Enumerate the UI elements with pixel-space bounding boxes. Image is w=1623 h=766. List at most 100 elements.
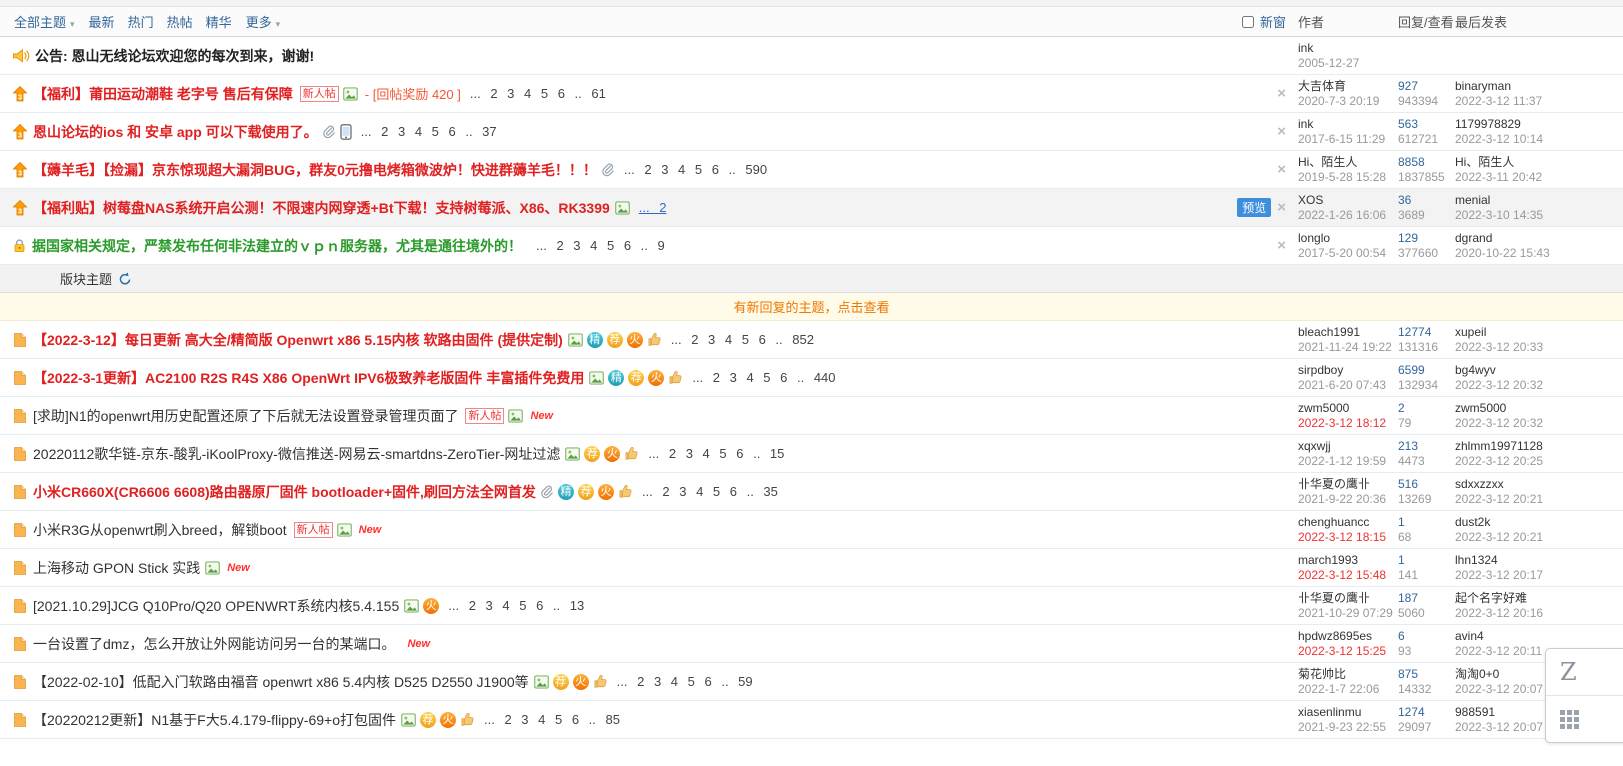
reply-count[interactable]: 1 — [1398, 515, 1455, 530]
page-trail-links[interactable]: ... 2 3 4 5 6 .. 440 — [692, 370, 835, 385]
thread-author-link[interactable]: longlo — [1298, 231, 1398, 246]
reply-count[interactable]: 8858 — [1398, 155, 1455, 170]
tab-latest[interactable]: 最新 — [89, 12, 115, 31]
thread-author-link[interactable]: sirpdboy — [1298, 363, 1398, 378]
last-post-user-link[interactable]: 起个名字好难 — [1455, 591, 1623, 606]
last-post-date-link[interactable]: 2022-3-12 20:21 — [1455, 530, 1623, 545]
page-trail-links[interactable]: ... 2 3 4 5 6 .. 61 — [470, 86, 606, 101]
last-post-user-link[interactable]: zwm5000 — [1455, 401, 1623, 416]
last-post-date-link[interactable]: 2022-3-12 20:25 — [1455, 454, 1623, 469]
last-post-user-link[interactable]: lhn1324 — [1455, 553, 1623, 568]
thread-author-link[interactable]: 卝华夏の鹰卝 — [1298, 477, 1398, 492]
quick-nav-button[interactable]: Z — [1546, 649, 1623, 696]
refresh-icon[interactable] — [118, 272, 132, 286]
last-post-user-link[interactable]: 1179978829 — [1455, 117, 1623, 132]
thread-title-link[interactable]: 上海移动 GPON Stick 实践 — [33, 558, 200, 578]
page-trail-links[interactable]: ... 2 3 4 5 6 .. 37 — [361, 124, 497, 139]
thread-title-link[interactable]: 一台设置了dmz，怎么开放让外网能访问另一台的某端口。 — [33, 634, 395, 654]
last-post-date-link[interactable]: 2022-3-12 20:21 — [1455, 492, 1623, 507]
thread-title-link[interactable]: 小米CR660X(CR6606 6608)路由器原厂固件 bootloader+… — [33, 482, 536, 502]
reply-count[interactable]: 129 — [1398, 231, 1455, 246]
last-post-date-link[interactable]: 2022-3-12 10:14 — [1455, 132, 1623, 147]
thread-author-link[interactable]: XOS — [1298, 193, 1398, 208]
reply-count[interactable]: 187 — [1398, 591, 1455, 606]
thread-author-link[interactable]: 卝华夏の鹰卝 — [1298, 591, 1398, 606]
thread-title-link[interactable]: 据国家相关规定，严禁发布任何非法建立的ｖｐｎ服务器，尤其是通往境外的！ — [32, 236, 522, 256]
reply-count[interactable]: 875 — [1398, 667, 1455, 682]
reply-count[interactable]: 36 — [1398, 193, 1455, 208]
thread-author-link[interactable]: ink — [1298, 117, 1398, 132]
thread-author-link[interactable]: xqxwjj — [1298, 439, 1398, 454]
page-trail-links[interactable]: ... 2 3 4 5 6 .. 35 — [642, 484, 778, 499]
reply-count[interactable]: 2 — [1398, 401, 1455, 416]
close-icon[interactable] — [1277, 201, 1286, 215]
last-post-user-link[interactable]: dust2k — [1455, 515, 1623, 530]
page-trail-links[interactable]: ... 2 3 4 5 6 .. 9 — [536, 238, 665, 253]
thread-author-link[interactable]: 大吉体育 — [1298, 79, 1398, 94]
last-post-user-link[interactable]: bg4wyv — [1455, 363, 1623, 378]
thread-title-link[interactable]: 小米R3G从openwrt刷入breed，解锁boot — [33, 520, 287, 540]
filter-all-topics-dropdown[interactable]: 全部主题 — [14, 12, 75, 31]
tab-hot-threads[interactable]: 热帖 — [167, 12, 193, 31]
reply-count[interactable]: 213 — [1398, 439, 1455, 454]
last-post-user-link[interactable]: zhlmm19971128 — [1455, 439, 1623, 454]
last-post-date-link[interactable]: 2022-3-10 14:35 — [1455, 208, 1623, 223]
last-post-user-link[interactable]: sdxxzzxx — [1455, 477, 1623, 492]
close-icon[interactable] — [1277, 163, 1286, 177]
thread-author-link[interactable]: xiasenlinmu — [1298, 705, 1398, 720]
thread-author-link[interactable]: Hi、陌生人 — [1298, 155, 1398, 170]
reply-count[interactable]: 6599 — [1398, 363, 1455, 378]
thread-title-link[interactable]: [求助]N1的openwrt用历史配置还原了下后就无法设置登录管理页面了 — [33, 406, 458, 426]
thread-title-link[interactable]: 【2022-02-10】低配入门软路由福音 openwrt x86 5.4内核 … — [33, 672, 529, 692]
thread-title-link[interactable]: [2021.10.29]JCG Q10Pro/Q20 OPENWRT系统内核5.… — [33, 596, 399, 616]
new-replies-notice-link[interactable]: 有新回复的主题，点击查看 — [733, 297, 889, 316]
reply-count[interactable]: 516 — [1398, 477, 1455, 492]
last-post-date-link[interactable]: 2022-3-12 20:32 — [1455, 378, 1623, 393]
reply-count[interactable]: 1 — [1398, 553, 1455, 568]
last-post-date-link[interactable]: 2022-3-12 20:32 — [1455, 416, 1623, 431]
thread-author-link[interactable]: zwm5000 — [1298, 401, 1398, 416]
last-post-date-link[interactable]: 2020-10-22 15:43 — [1455, 246, 1623, 261]
close-icon[interactable] — [1277, 125, 1286, 139]
last-post-user-link[interactable]: menial — [1455, 193, 1623, 208]
thread-author-link[interactable]: 菊花帅比 — [1298, 667, 1398, 682]
close-icon[interactable] — [1277, 239, 1286, 253]
thread-author-link[interactable]: bleach1991 — [1298, 325, 1398, 340]
last-post-user-link[interactable]: Hi、陌生人 — [1455, 155, 1623, 170]
grid-view-button[interactable] — [1546, 696, 1623, 742]
thread-title-link[interactable]: 【福利】莆田运动潮鞋 老字号 售后有保障 — [33, 84, 293, 104]
page-trail-links[interactable]: ... 2 3 4 5 6 .. 59 — [617, 674, 753, 689]
page-trail-links[interactable]: ... 2 3 4 5 6 .. 13 — [448, 598, 584, 613]
page-trail-links[interactable]: ... 2 3 4 5 6 .. 590 — [624, 162, 767, 177]
reply-count[interactable]: 1274 — [1398, 705, 1455, 720]
reply-count[interactable]: 12774 — [1398, 325, 1455, 340]
new-window-link[interactable]: 新窗 — [1260, 12, 1286, 31]
page-trail-links[interactable]: ... 2 3 4 5 6 .. 15 — [648, 446, 784, 461]
thread-author-link[interactable]: chenghuancc — [1298, 515, 1398, 530]
last-post-date-link[interactable]: 2022-3-12 11:37 — [1455, 94, 1623, 109]
announcement-title-link[interactable]: 公告: 恩山无线论坛欢迎您的每次到来，谢谢! — [35, 46, 314, 66]
new-window-checkbox[interactable] — [1242, 16, 1254, 28]
page-trail-links[interactable]: ... 2 3 4 5 6 .. 85 — [484, 712, 620, 727]
preview-badge[interactable]: 预览 — [1237, 198, 1271, 217]
reply-count[interactable]: 563 — [1398, 117, 1455, 132]
thread-title-link[interactable]: 【2022-3-1更新】AC2100 R2S R4S X86 OpenWrt I… — [33, 368, 584, 388]
last-post-date-link[interactable]: 2022-3-12 20:17 — [1455, 568, 1623, 583]
thread-title-link[interactable]: 【20220212更新】N1基于F大5.4.179-flippy-69+o打包固… — [33, 710, 396, 730]
last-post-user-link[interactable]: dgrand — [1455, 231, 1623, 246]
thread-author-link[interactable]: march1993 — [1298, 553, 1398, 568]
more-menu-dropdown[interactable]: 更多 — [246, 12, 281, 31]
page-trail-links[interactable]: ... 2 — [639, 200, 667, 215]
last-post-user-link[interactable]: xupeil — [1455, 325, 1623, 340]
thread-author-link[interactable]: hpdwz8695es — [1298, 629, 1398, 644]
tab-hot[interactable]: 热门 — [128, 12, 154, 31]
thread-title-link[interactable]: 恩山论坛的ios 和 安卓 app 可以下载使用了。 — [33, 122, 318, 142]
thread-title-link[interactable]: 【薅羊毛】【捡漏】京东惊现超大漏洞BUG，群友0元撸电烤箱微波炉！快进群薅羊毛！… — [33, 160, 597, 180]
last-post-user-link[interactable]: avin4 — [1455, 629, 1623, 644]
announcement-author-link[interactable]: ink — [1298, 41, 1398, 56]
last-post-date-link[interactable]: 2022-3-12 20:33 — [1455, 340, 1623, 355]
last-post-date-link[interactable]: 2022-3-12 20:16 — [1455, 606, 1623, 621]
page-trail-links[interactable]: ... 2 3 4 5 6 .. 852 — [671, 332, 814, 347]
last-post-date-link[interactable]: 2022-3-11 20:42 — [1455, 170, 1623, 185]
reply-count[interactable]: 6 — [1398, 629, 1455, 644]
